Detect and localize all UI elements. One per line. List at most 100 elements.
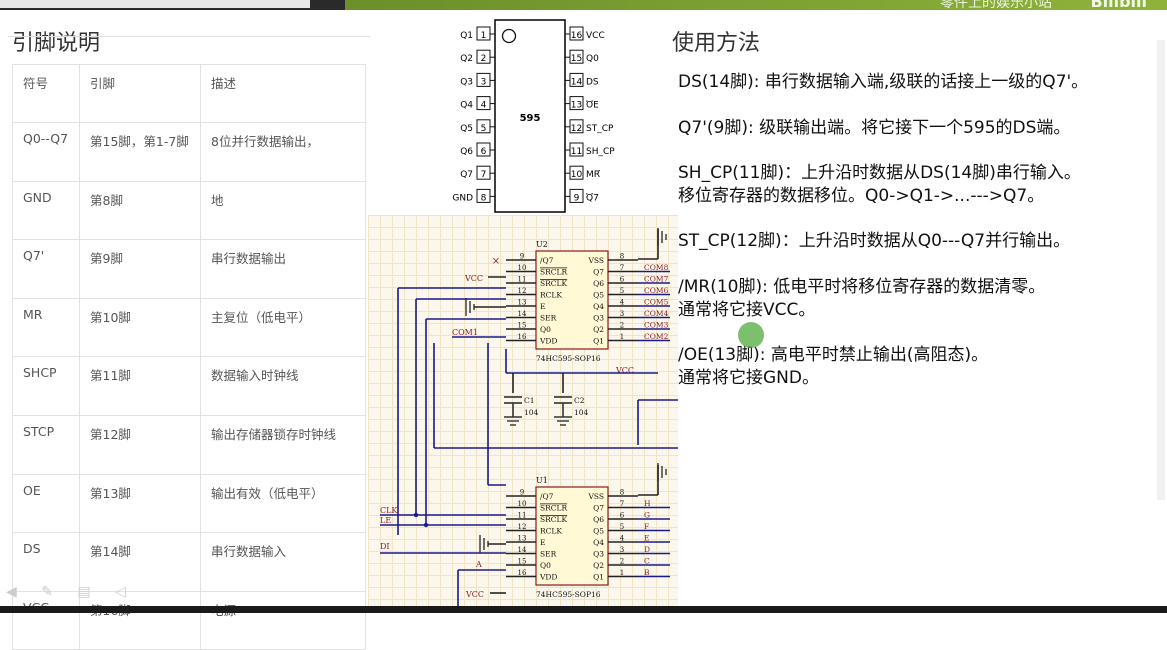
pin-number: 11 — [518, 276, 527, 284]
pin-number: 8 — [481, 193, 487, 203]
pin-number: 13 — [518, 535, 527, 543]
pin-label: Q6 — [593, 515, 604, 524]
pin-label: Q3 — [593, 314, 604, 323]
a-label: A — [475, 560, 482, 569]
pin-number: 5 — [620, 287, 624, 295]
pin-number: 16 — [518, 333, 527, 341]
table-header-row: 符号 引脚 描述 — [12, 64, 366, 123]
cell-desc: 数据输入时钟线 — [200, 356, 366, 416]
junction-dot — [413, 512, 419, 518]
pin-number: 13 — [571, 101, 582, 111]
pin-label: /Q7 — [540, 492, 554, 501]
column-header: 符号 — [12, 64, 80, 123]
pin-label: VSS — [587, 492, 604, 501]
usage-title: 使用方法 — [672, 31, 761, 56]
pin-number: 15 — [518, 322, 527, 330]
net-label: COM6 — [644, 286, 669, 295]
top-bar-banner: 零件上的娱乐小站 Bilibili — [345, 0, 1167, 11]
table-row: Q0--Q7 第15脚，第1-7脚 8位并行数据输出， — [12, 122, 366, 182]
cell-symbol: STCP — [12, 414, 80, 475]
pin-number: 15 — [571, 54, 582, 64]
pin-label: Q2 — [593, 561, 604, 570]
cell-symbol: Q0--Q7 — [12, 122, 80, 182]
pin-number: 14 — [518, 546, 527, 554]
pin-label: E — [540, 302, 545, 311]
cell-pin: 第10脚 — [79, 297, 201, 358]
pin-label: SER — [540, 314, 557, 323]
cell-pin: 第9脚 — [79, 239, 201, 299]
pin-number: 13 — [518, 299, 527, 307]
cell-pin: 第11脚 — [79, 356, 201, 416]
usage-line: /MR(10脚): 低电平时将移位寄存器的数据清零。 — [678, 277, 1046, 297]
table-row: DS 第14脚 串行数据输入 — [12, 532, 366, 592]
pin-number: 4 — [620, 299, 625, 307]
vcc-label: VCC — [465, 590, 484, 599]
pin-label: E — [540, 538, 545, 547]
pin-number: 5 — [620, 523, 624, 531]
pin-number: 12 — [571, 124, 582, 134]
capacitor-value: 104 — [524, 408, 539, 417]
pin-number: 4 — [620, 535, 625, 543]
net-label: G — [644, 511, 650, 520]
pin-number: 8 — [620, 253, 624, 261]
pin-number: 9 — [520, 253, 524, 261]
net-label: COM8 — [644, 263, 669, 272]
net-label: H — [644, 499, 651, 508]
scrollbar[interactable] — [1157, 40, 1165, 500]
pin-label: VCC — [586, 31, 605, 41]
pin-number: 1 — [481, 31, 487, 41]
cell-desc: 主复位（低电平） — [200, 297, 366, 358]
usage-line: Q7'(9脚): 级联输出端。将它接下一个595的DS端。 — [678, 118, 1071, 138]
pin-label: Q5 — [593, 291, 604, 300]
pin-number: 15 — [518, 558, 527, 566]
pin-label: /Q7 — [540, 256, 554, 265]
pin-number: 1 — [620, 333, 624, 341]
pin-label: ST_CP — [586, 124, 614, 134]
pin-label: Q0 — [586, 54, 599, 64]
cell-pin: 第15脚，第1-7脚 — [79, 122, 201, 182]
net-label: E — [644, 534, 649, 543]
table-row: SHCP 第11脚 数据输入时钟线 — [12, 356, 366, 416]
pin-number: 3 — [620, 310, 624, 318]
cell-desc: 电源 — [200, 590, 366, 650]
cell-pin: 第8脚 — [79, 180, 201, 241]
cell-symbol: SHCP — [12, 356, 80, 416]
schematic-panel: U2 74HC595-SOP16 9/Q7 10 SRCLR 11 SRCLK 12 RCLK 1… — [368, 215, 678, 606]
pin-label: SRCLR — [540, 268, 568, 277]
title-divider — [8, 36, 370, 37]
pin-table: 符号 引脚 描述 Q0--Q7 第15脚，第1-7脚 8位并行数据输出， GND 第8… — [12, 64, 366, 650]
pin-label: Q1 — [460, 31, 473, 41]
pointer-highlight — [738, 322, 764, 348]
table-row: OE 第13脚 输出有效（低电平） — [12, 473, 366, 534]
pin-label: VDD — [539, 573, 557, 582]
pin-number: 12 — [518, 523, 527, 531]
pin-label: Q4 — [593, 538, 604, 547]
usage-line: SH_CP(11脚)：上升沿时数据从DS(14脚)串行输入。 — [678, 163, 1081, 183]
pin-label: Q4 — [460, 101, 473, 111]
pin-label: GND — [452, 193, 473, 203]
column-header: 引脚 — [79, 64, 201, 123]
cell-symbol: GND — [12, 180, 80, 241]
pin-number: 3 — [620, 546, 624, 554]
net-label: COM3 — [644, 321, 669, 330]
net-label: COM4 — [644, 309, 669, 318]
usage-line: 通常将它接VCC。 — [678, 300, 816, 320]
schematic-diagram: U274HC595-SOP169/Q710 SRCLR11 SRCLK12 RCLK1… — [380, 228, 678, 606]
net-label: COM2 — [644, 332, 669, 341]
pin-label: MR — [586, 170, 600, 180]
pin-number: 14 — [518, 310, 527, 318]
cell-symbol: VCC — [12, 590, 80, 650]
pin-label: Q3 — [593, 550, 604, 559]
cell-desc: 串行数据输入 — [200, 532, 366, 592]
pin-label: Q6 — [460, 147, 473, 157]
cell-pin: 第16脚 — [79, 590, 201, 650]
com1-label: COM1 — [452, 328, 478, 337]
pin-number: 7 — [620, 264, 624, 272]
table-row: Q7' 第9脚 串行数据输出 — [12, 239, 366, 299]
net-label: COM7 — [644, 275, 669, 284]
pin-number: 16 — [518, 569, 527, 577]
pin-number: 7 — [481, 170, 487, 180]
top-bar-left — [0, 0, 310, 8]
presentation-toolbar[interactable]: ◀ ✎ ▤ ◁ — [6, 584, 136, 600]
pin-number: 3 — [481, 77, 487, 87]
